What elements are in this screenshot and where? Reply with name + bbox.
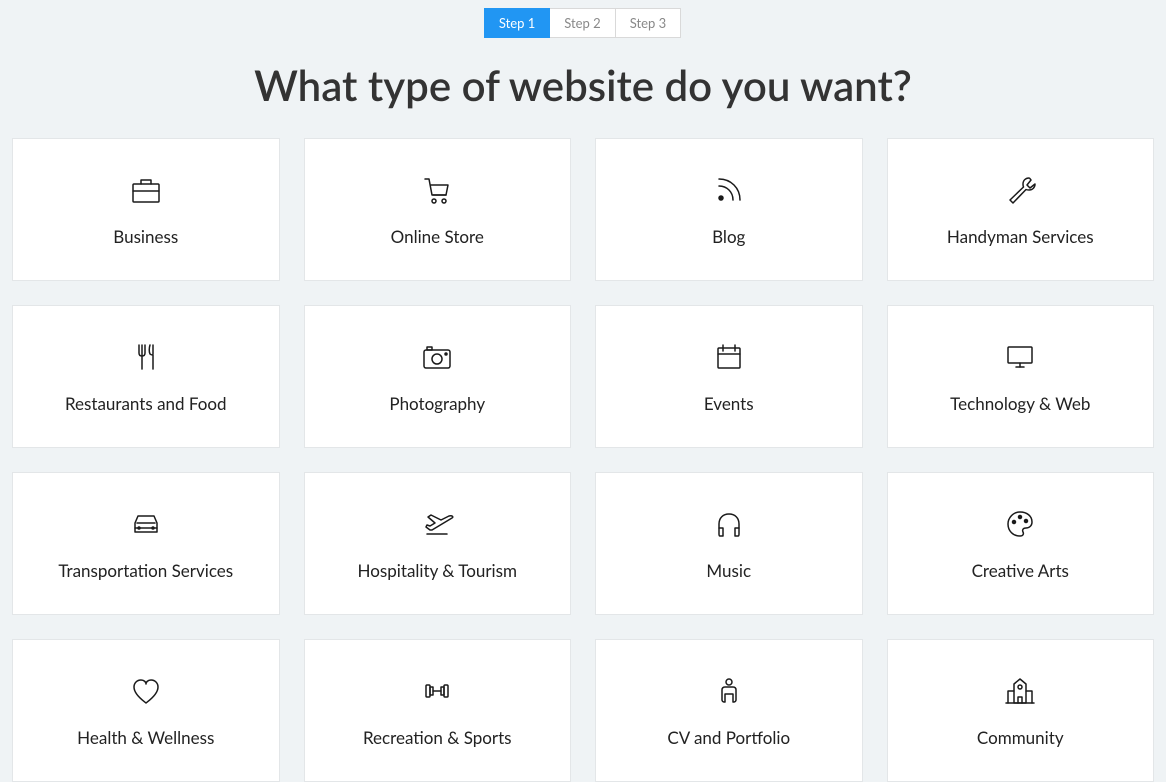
category-hospitality[interactable]: Hospitality & Tourism — [304, 472, 572, 615]
category-recreation[interactable]: Recreation & Sports — [304, 639, 572, 782]
category-photography[interactable]: Photography — [304, 305, 572, 448]
category-grid: Business Online Store Blog Handyman Serv… — [0, 138, 1166, 782]
category-label: Blog — [712, 226, 745, 247]
category-online-store[interactable]: Online Store — [304, 138, 572, 281]
category-label: CV and Portfolio — [667, 727, 790, 748]
category-transportation[interactable]: Transportation Services — [12, 472, 280, 615]
category-technology[interactable]: Technology & Web — [887, 305, 1155, 448]
category-community[interactable]: Community — [887, 639, 1155, 782]
briefcase-icon — [128, 172, 164, 208]
step-1[interactable]: Step 1 — [484, 8, 550, 38]
category-label: Community — [977, 727, 1064, 748]
category-label: Recreation & Sports — [363, 727, 512, 748]
category-health[interactable]: Health & Wellness — [12, 639, 280, 782]
building-icon — [1002, 673, 1038, 709]
category-cv-portfolio[interactable]: CV and Portfolio — [595, 639, 863, 782]
category-blog[interactable]: Blog — [595, 138, 863, 281]
category-music[interactable]: Music — [595, 472, 863, 615]
plane-icon — [419, 506, 455, 542]
cart-icon — [419, 172, 455, 208]
category-business[interactable]: Business — [12, 138, 280, 281]
category-label: Restaurants and Food — [65, 393, 227, 414]
category-label: Music — [706, 560, 751, 581]
utensils-icon — [128, 339, 164, 375]
category-label: Transportation Services — [58, 560, 233, 581]
category-label: Technology & Web — [950, 393, 1090, 414]
headphones-icon — [711, 506, 747, 542]
category-label: Online Store — [391, 226, 484, 247]
category-label: Events — [704, 393, 754, 414]
rss-icon — [711, 172, 747, 208]
category-events[interactable]: Events — [595, 305, 863, 448]
step-2[interactable]: Step 2 — [549, 8, 615, 38]
category-label: Creative Arts — [972, 560, 1069, 581]
category-restaurants[interactable]: Restaurants and Food — [12, 305, 280, 448]
calendar-icon — [711, 339, 747, 375]
category-label: Hospitality & Tourism — [358, 560, 517, 581]
palette-icon — [1002, 506, 1038, 542]
dumbbell-icon — [419, 673, 455, 709]
wrench-icon — [1002, 172, 1038, 208]
monitor-icon — [1002, 339, 1038, 375]
person-icon — [711, 673, 747, 709]
category-label: Handyman Services — [947, 226, 1094, 247]
page-title: What type of website do you want? — [0, 60, 1166, 110]
category-label: Business — [113, 226, 178, 247]
category-creative-arts[interactable]: Creative Arts — [887, 472, 1155, 615]
category-handyman[interactable]: Handyman Services — [887, 138, 1155, 281]
step-3[interactable]: Step 3 — [615, 8, 681, 38]
steps-nav: Step 1 Step 2 Step 3 — [0, 0, 1166, 38]
camera-icon — [419, 339, 455, 375]
category-label: Photography — [389, 393, 485, 414]
category-label: Health & Wellness — [77, 727, 214, 748]
heart-icon — [128, 673, 164, 709]
car-icon — [128, 506, 164, 542]
